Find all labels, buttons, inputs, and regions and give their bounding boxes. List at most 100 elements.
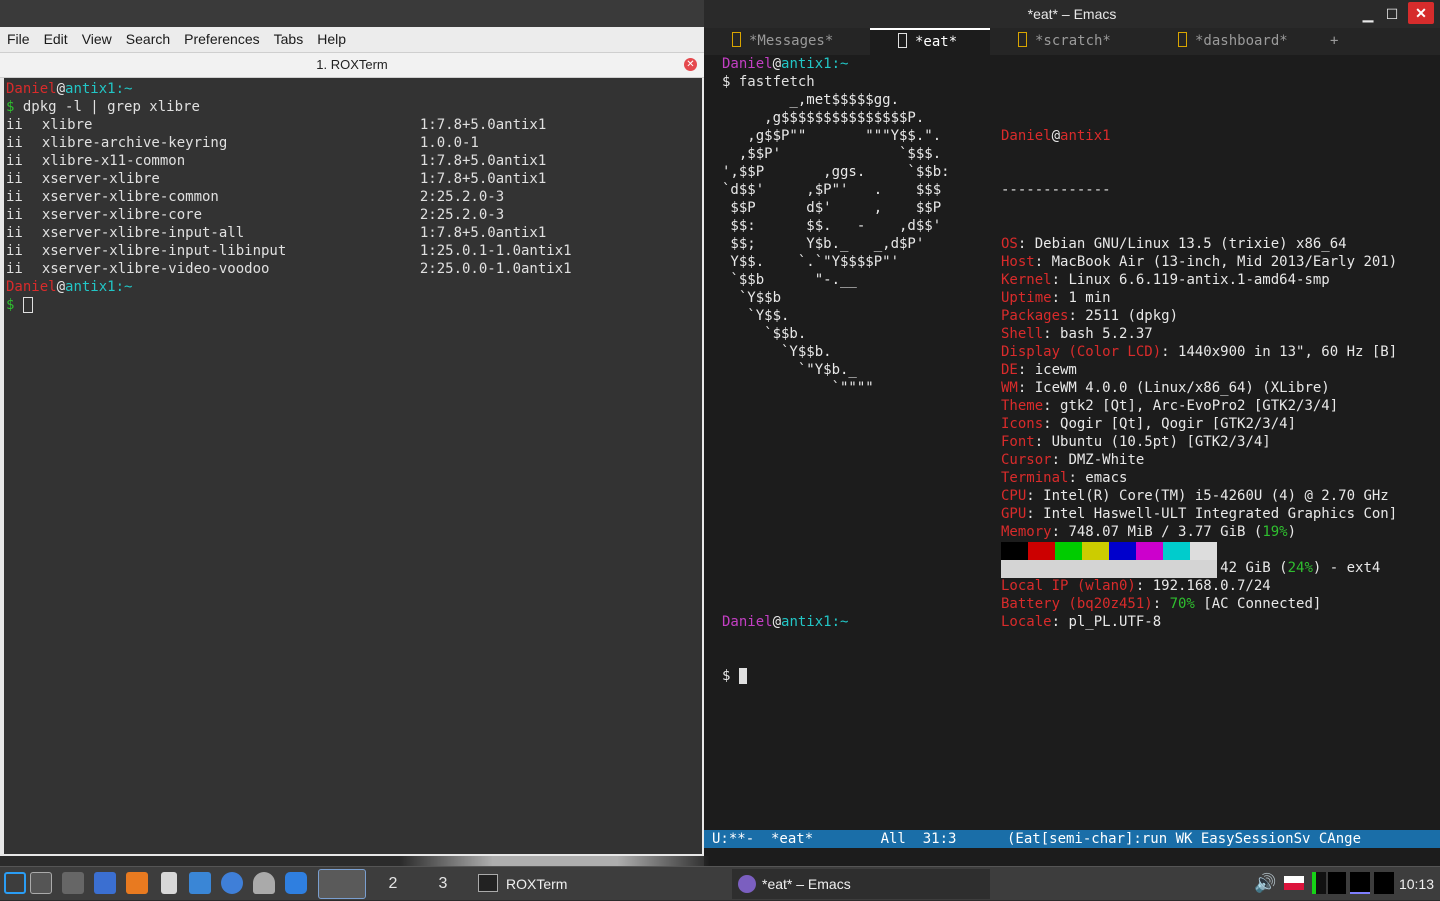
cpu-monitor-icon[interactable] — [1312, 872, 1326, 894]
info-key: Battery (bq20z451) — [1001, 596, 1153, 612]
info-key: GPU — [1001, 506, 1027, 522]
menu-file[interactable]: File — [0, 27, 37, 52]
info-row: Cursor: DMZ-White — [1001, 452, 1145, 468]
bright-color-swatch-4 — [1109, 560, 1136, 578]
info-value: DMZ-White — [1068, 452, 1145, 468]
info-row: Memory: 748.07 MiB / 3.77 GiB (19%) — [1001, 524, 1297, 540]
package-status: ii — [6, 117, 23, 133]
info-row: Battery (bq20z451): 70% [AC Connected] — [1001, 596, 1322, 612]
info-value: Qogir [Qt], Qogir [GTK2/3/4] — [1060, 416, 1297, 432]
info-value: Ubuntu (10.5pt) [GTK2/3/4] — [1051, 434, 1271, 450]
color-swatch-4 — [1109, 542, 1136, 560]
info-row: Host: MacBook Air (13-inch, Mid 2013/Ear… — [1001, 254, 1398, 270]
new-tab-button[interactable]: + — [1330, 28, 1338, 55]
workspace-3-button[interactable]: 3 — [422, 869, 464, 899]
tab-eat[interactable]: *eat* — [870, 28, 990, 55]
tab-dashboard[interactable]: *dashboard* — [1178, 28, 1288, 55]
window-list-icon[interactable] — [30, 872, 52, 894]
terminal-cursor — [22, 297, 33, 313]
file-manager-icon[interactable] — [189, 872, 211, 894]
info-value: IceWM 4.0.0 (Linux/x86_64) (XLibre) — [1034, 380, 1330, 396]
menu-edit[interactable]: Edit — [37, 27, 75, 52]
info-row: DE: icewm — [1001, 362, 1077, 378]
color-swatch-3 — [1082, 542, 1109, 560]
logo-line: `$$b "-.__ — [722, 272, 857, 288]
menu-tabs[interactable]: Tabs — [267, 27, 311, 52]
control-centre-icon[interactable] — [253, 872, 275, 894]
info-value: 1 min — [1068, 290, 1111, 306]
show-desktop-icon[interactable] — [62, 872, 84, 894]
info-row: Local IP (wlan0): 192.168.0.7/24 — [1001, 578, 1271, 594]
buffer-icon — [898, 33, 907, 48]
info-tail: [AC Connected] — [1194, 596, 1322, 612]
mode-line[interactable]: U:**- *eat* All 31:3 (Eat[semi-char]:run… — [704, 830, 1440, 848]
task-emacs[interactable]: *eat* – Emacs — [732, 869, 990, 899]
menu-search[interactable]: Search — [119, 27, 177, 52]
roxterm-tab-title[interactable]: 1. ROXTerm — [0, 53, 704, 77]
palette-row-bright — [1001, 560, 1217, 578]
prompt-line: Daniel@antix1:~ — [722, 56, 849, 72]
menu-help[interactable]: Help — [310, 27, 353, 52]
minimize-icon[interactable]: ▁ — [1358, 4, 1378, 24]
close-icon[interactable]: ✕ — [1408, 2, 1434, 24]
network-monitor-icon[interactable] — [1350, 872, 1370, 894]
prompt-line: Daniel@antix1:~ — [6, 81, 133, 97]
mail-icon[interactable] — [94, 872, 116, 894]
memory-monitor-icon[interactable] — [1328, 872, 1346, 894]
info-key: Local IP (wlan0) — [1001, 578, 1136, 594]
task-roxterm[interactable]: ROXTerm — [472, 869, 722, 899]
workspace-1-button[interactable] — [318, 869, 366, 899]
menu-view[interactable]: View — [75, 27, 119, 52]
package-name: xserver-xlibre-input-libinput — [41, 243, 287, 259]
browser-icon[interactable] — [221, 872, 243, 894]
tab-messages[interactable]: *Messages* — [732, 28, 833, 55]
info-row: Packages: 2511 (dpkg) — [1001, 308, 1179, 324]
clock[interactable]: 10:13 — [1399, 867, 1434, 901]
info-key: Terminal — [1001, 470, 1069, 486]
tab-scratch[interactable]: *scratch* — [1018, 28, 1111, 55]
info-row: Kernel: Linux 6.6.119-antix.1-amd64-smp — [1001, 272, 1330, 288]
package-status: ii — [6, 153, 23, 169]
info-row: Locale: pl_PL.UTF-8 — [1001, 614, 1162, 630]
store-icon[interactable] — [285, 872, 307, 894]
logo-line: $$; Y$b._ _,d$P' — [722, 236, 925, 252]
battery-monitor-icon[interactable] — [1374, 872, 1394, 894]
workspace-2-button[interactable]: 2 — [372, 869, 414, 899]
emacs-icon — [738, 875, 756, 893]
usb-icon[interactable] — [161, 872, 177, 894]
roxterm-tabbar: 1. ROXTerm ✕ — [0, 53, 704, 78]
maximize-icon[interactable]: ☐ — [1382, 4, 1402, 24]
info-key: Icons — [1001, 416, 1044, 432]
keyboard-layout-icon[interactable] — [1284, 876, 1304, 890]
info-row: GPU: Intel Haswell-ULT Integrated Graphi… — [1001, 506, 1398, 522]
logo-line: `d$$' ,$P"' . $$$ — [722, 182, 942, 198]
info-row: Display (Color LCD): 1440x900 in 13", 60… — [1001, 344, 1398, 360]
bright-color-swatch-0 — [1001, 560, 1028, 578]
volume-icon[interactable]: 🔊 — [1254, 872, 1276, 894]
debian-logo-ascii: _,met$$$$$gg. ,g$$$$$$$$$$$$$$$P. ,g$$P"… — [722, 91, 950, 397]
emacs-titlebar[interactable]: *eat* – Emacs ▁ ☐ ✕ — [704, 0, 1440, 28]
package-row: ii xserver-xlibre 1:7.8+5.0antix1 — [6, 170, 572, 188]
package-row: ii xlibre 1:7.8+5.0antix1 — [6, 116, 572, 134]
close-tab-icon[interactable]: ✕ — [684, 58, 697, 71]
info-key: Font — [1001, 434, 1035, 450]
color-swatch-0 — [1001, 542, 1028, 560]
package-name: xserver-xlibre-core — [41, 207, 203, 223]
echo-area[interactable] — [704, 848, 1440, 866]
info-percent: 19% — [1262, 524, 1288, 540]
package-version: 1:7.8+5.0antix1 — [419, 225, 547, 241]
color-swatch-5 — [1136, 542, 1163, 560]
color-swatch-1 — [1028, 542, 1055, 560]
package-version: 1:7.8+5.0antix1 — [419, 171, 547, 187]
info-key: Kernel — [1001, 272, 1052, 288]
roxterm-titlebar[interactable] — [0, 0, 704, 27]
logo-line: $$: $$. - ,d$$' — [722, 218, 942, 234]
palette-row-normal — [1001, 542, 1217, 560]
menu-preferences[interactable]: Preferences — [177, 27, 266, 52]
package-row: ii xserver-xlibre-common 2:25.2.0-3 — [6, 188, 572, 206]
roxterm-terminal[interactable]: Daniel@antix1:~ $ dpkg -l | grep xlibre ii… — [0, 78, 704, 856]
info-row: Font: Ubuntu (10.5pt) [GTK2/3/4] — [1001, 434, 1271, 450]
start-menu-icon[interactable] — [4, 872, 26, 894]
update-icon[interactable] — [126, 872, 148, 894]
logo-line: `Y$$. — [722, 308, 790, 324]
